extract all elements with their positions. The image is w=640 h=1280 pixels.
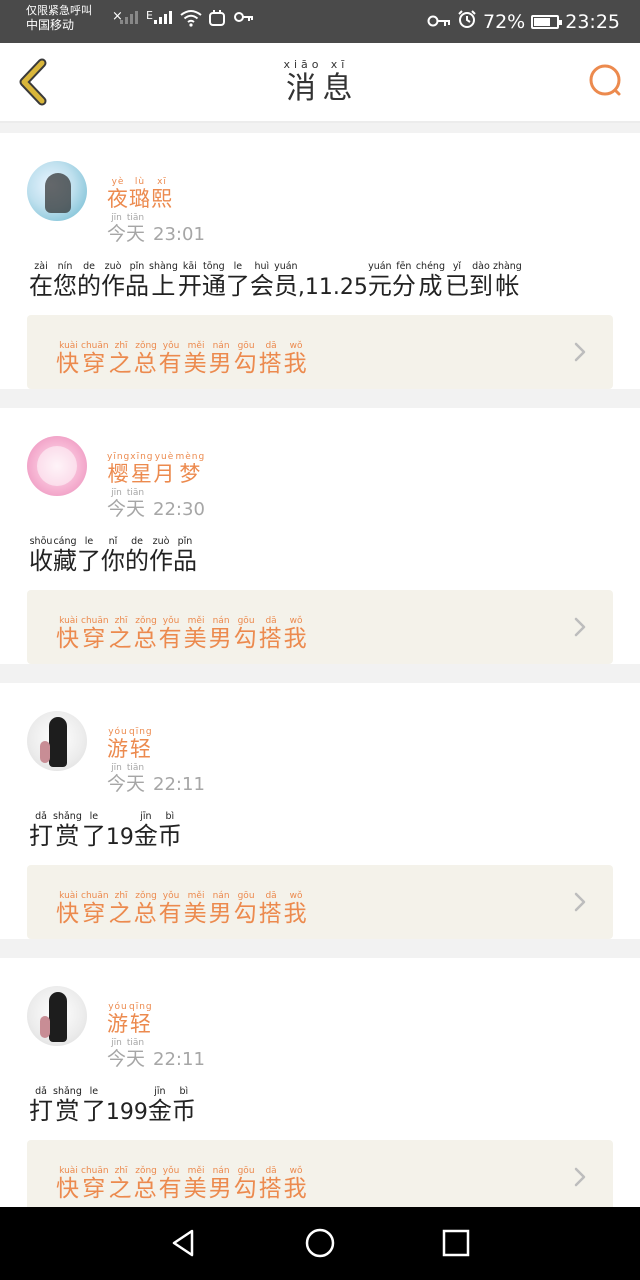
- shield-icon: [208, 9, 226, 32]
- work-title: 快kuài穿chuān之zhī总zǒng有yǒu美měi男nán勾gōu搭dā我…: [56, 616, 309, 652]
- search-button[interactable]: [586, 61, 626, 101]
- message-card: 樱yīng星xīng月yuè梦mèng 今jīn天tiān 22:30 收shōu…: [0, 408, 640, 664]
- date-label: 今jīn天tiān: [107, 213, 146, 245]
- key-icon: [427, 11, 451, 33]
- time-label: 23:01: [153, 224, 205, 245]
- nav-home-button[interactable]: [304, 1227, 336, 1259]
- message-timestamp: 今jīn天tiān 22:11: [107, 1038, 205, 1069]
- status-bar: 仅限紧急呼叫 中国移动 × E 72% 23:25: [0, 0, 640, 43]
- carrier-emergency-text: 仅限紧急呼叫: [26, 4, 92, 17]
- message-timestamp: 今jīn天tiān 23:01: [107, 213, 205, 244]
- carrier-name: 中国移动: [26, 18, 75, 32]
- avatar[interactable]: [27, 986, 87, 1046]
- chevron-right-icon: [573, 1167, 587, 1187]
- message-text: 收shōu藏cáng了le你nǐ的de作zuò品pǐn: [29, 536, 197, 575]
- date-label: 今jīn天tiān: [107, 763, 146, 795]
- chevron-right-icon: [573, 892, 587, 912]
- app-header: 消xiāo息xī: [0, 43, 640, 123]
- message-text: 打dǎ赏shǎng了le199金jīn币bì: [29, 1086, 196, 1125]
- network-type: E: [146, 9, 153, 22]
- username[interactable]: 游yóu轻qīng: [107, 727, 153, 760]
- work-title: 快kuài穿chuān之zhī总zǒng有yǒu美měi男nán勾gōu搭dā我…: [56, 1166, 309, 1202]
- work-link[interactable]: 快kuài穿chuān之zhī总zǒng有yǒu美měi男nán勾gōu搭dā我…: [27, 1140, 613, 1214]
- work-link[interactable]: 快kuài穿chuān之zhī总zǒng有yǒu美měi男nán勾gōu搭dā我…: [27, 865, 613, 939]
- work-title: 快kuài穿chuān之zhī总zǒng有yǒu美měi男nán勾gōu搭dā我…: [56, 891, 309, 927]
- alarm-clock-icon: [457, 9, 477, 34]
- avatar[interactable]: [27, 161, 87, 221]
- message-card: 游yóu轻qīng 今jīn天tiān 22:11 打dǎ赏shǎng了le199…: [0, 958, 640, 1214]
- carrier-info: 仅限紧急呼叫 中国移动: [26, 4, 92, 32]
- avatar[interactable]: [27, 711, 87, 771]
- chevron-right-icon: [573, 342, 587, 362]
- message-text: 在zài您nín的de作zuò品pǐn上shàng开kāi通tōng了le会hu…: [29, 261, 522, 300]
- message-text: 打dǎ赏shǎng了le19金jīn币bì: [29, 811, 182, 850]
- chevron-right-icon: [573, 617, 587, 637]
- work-link[interactable]: 快kuài穿chuān之zhī总zǒng有yǒu美měi男nán勾gōu搭dā我…: [27, 590, 613, 664]
- message-list: 夜yè璐lù熙xī 今jīn天tiān 23:01 在zài您nín的de作zuò…: [0, 133, 640, 1233]
- username[interactable]: 游yóu轻qīng: [107, 1002, 153, 1035]
- nav-back-button[interactable]: [168, 1227, 200, 1259]
- time-label: 22:11: [153, 1049, 205, 1070]
- username[interactable]: 樱yīng星xīng月yuè梦mèng: [107, 452, 205, 485]
- time-label: 22:30: [153, 499, 205, 520]
- avatar[interactable]: [27, 436, 87, 496]
- key-icon: [234, 9, 254, 29]
- navigation-bar: [0, 1207, 640, 1280]
- message-timestamp: 今jīn天tiān 22:11: [107, 763, 205, 794]
- circle-home-icon: [304, 1228, 336, 1263]
- battery-percent: 72%: [483, 10, 526, 33]
- message-card: 夜yè璐lù熙xī 今jīn天tiān 23:01 在zài您nín的de作zuò…: [0, 133, 640, 389]
- message-timestamp: 今jīn天tiān 22:30: [107, 488, 205, 519]
- signal-bars-sim2-icon: [154, 11, 172, 24]
- username[interactable]: 夜yè璐lù熙xī: [107, 177, 173, 210]
- page-title: 消xiāo息xī: [283, 58, 357, 106]
- search-icon: [586, 64, 626, 105]
- wifi-icon: [180, 9, 202, 32]
- work-title: 快kuài穿chuān之zhī总zǒng有yǒu美měi男nán勾gōu搭dā我…: [56, 341, 309, 377]
- work-link[interactable]: 快kuài穿chuān之zhī总zǒng有yǒu美měi男nán勾gōu搭dā我…: [27, 315, 613, 389]
- signal-bars-sim1-icon: [120, 11, 138, 24]
- battery-icon: [531, 14, 563, 29]
- date-label: 今jīn天tiān: [107, 488, 146, 520]
- nav-recents-button[interactable]: [440, 1227, 472, 1259]
- square-recents-icon: [440, 1229, 472, 1263]
- status-right: 72% 23:25: [427, 9, 620, 34]
- message-card: 游yóu轻qīng 今jīn天tiān 22:11 打dǎ赏shǎng了le19金…: [0, 683, 640, 939]
- date-label: 今jīn天tiān: [107, 1038, 146, 1070]
- triangle-back-icon: [168, 1229, 200, 1263]
- clock-time: 23:25: [565, 10, 620, 33]
- time-label: 22:11: [153, 774, 205, 795]
